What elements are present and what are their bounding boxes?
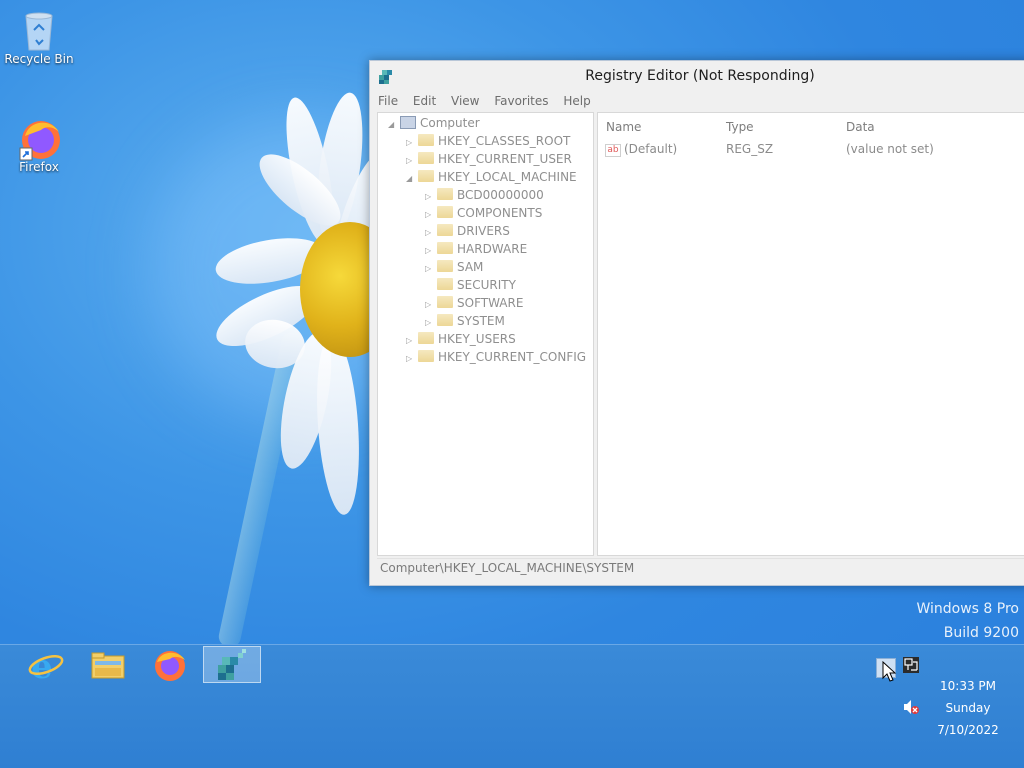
tree-node-security[interactable]: SECURITY: [425, 276, 516, 294]
folder-icon: [437, 224, 453, 236]
menu-file[interactable]: File: [378, 91, 398, 111]
tree-node-hardware[interactable]: ▷ HARDWARE: [425, 240, 527, 258]
clock-date[interactable]: 7/10/2022: [923, 723, 1013, 737]
collapse-arrow-icon[interactable]: ◢: [388, 116, 400, 134]
tree-node-hku[interactable]: ▷ HKEY_USERS: [406, 330, 516, 348]
recycle-bin-desktop-icon[interactable]: Recycle Bin: [3, 6, 75, 66]
taskbar: e 10:33 PM Sunday 7/10/2022: [0, 644, 1024, 768]
tree-node-drivers[interactable]: ▷ DRIVERS: [425, 222, 510, 240]
menu-favorites[interactable]: Favorites: [494, 91, 548, 111]
folder-icon: [418, 350, 434, 362]
value-data: (value not set): [846, 142, 934, 156]
file-explorer-icon: [91, 652, 125, 679]
tree-node-system[interactable]: ▷ SYSTEM: [425, 312, 505, 330]
folder-icon: [437, 296, 453, 308]
expand-arrow-icon[interactable]: ▷: [406, 350, 418, 368]
tree-node-hkcu[interactable]: ▷ HKEY_CURRENT_USER: [406, 150, 572, 168]
folder-icon: [437, 188, 453, 200]
taskbar-file-explorer[interactable]: [79, 646, 137, 683]
folder-icon: [418, 134, 434, 146]
string-value-icon: ab: [605, 144, 621, 157]
build-number-watermark: Build 9200: [943, 625, 1019, 641]
recycle-bin-label: Recycle Bin: [4, 52, 74, 66]
registry-values-pane[interactable]: Name Type Data ab (Default) REG_SZ (value…: [597, 112, 1024, 556]
menu-bar: File Edit View Favorites Help: [370, 91, 1024, 111]
folder-icon: [437, 242, 453, 254]
window-title: Registry Editor (Not Responding): [585, 68, 815, 84]
tree-node-hkcc[interactable]: ▷ HKEY_CURRENT_CONFIG: [406, 348, 586, 366]
registry-tree-pane[interactable]: ◢ Computer ▷ HKEY_CLASSES_ROOT ▷ HKEY_CURRE…: [377, 112, 594, 556]
mouse-cursor-icon: [882, 661, 897, 682]
folder-icon: [437, 260, 453, 272]
folder-icon: [418, 152, 434, 164]
desktop-background: Recycle Bin Firefox Registry Editor (Not…: [0, 0, 1024, 768]
tree-node-software[interactable]: ▷ SOFTWARE: [425, 294, 523, 312]
clock-time[interactable]: 10:33 PM: [923, 679, 1013, 693]
value-type: REG_SZ: [726, 142, 774, 156]
menu-edit[interactable]: Edit: [413, 91, 436, 111]
firefox-icon: [155, 651, 185, 681]
clock-day[interactable]: Sunday: [923, 701, 1013, 715]
tree-node-sam[interactable]: ▷ SAM: [425, 258, 483, 276]
recycle-bin-icon: [17, 6, 61, 51]
folder-icon: [437, 278, 453, 290]
value-name: (Default): [624, 142, 678, 156]
taskbar-firefox[interactable]: [141, 646, 199, 683]
tree-node-computer[interactable]: ◢ Computer: [388, 114, 480, 132]
column-header-name[interactable]: Name: [606, 120, 641, 134]
folder-icon: [418, 170, 434, 182]
column-header-type[interactable]: Type: [726, 120, 754, 134]
tree-node-hklm[interactable]: ◢ HKEY_LOCAL_MACHINE: [406, 168, 577, 186]
computer-icon: [400, 116, 416, 129]
folder-icon: [437, 314, 453, 326]
network-icon[interactable]: [902, 656, 920, 674]
firefox-label: Firefox: [19, 160, 59, 174]
windows-edition-watermark: Windows 8 Pro: [916, 601, 1019, 617]
folder-icon: [418, 332, 434, 344]
window-titlebar[interactable]: Registry Editor (Not Responding): [370, 61, 1024, 91]
column-header-data[interactable]: Data: [846, 120, 875, 134]
registry-editor-icon: [218, 649, 246, 680]
collapse-arrow-icon[interactable]: ◢: [406, 170, 418, 188]
menu-help[interactable]: Help: [563, 91, 590, 111]
taskbar-registry-editor[interactable]: [203, 646, 261, 683]
speaker-muted-icon[interactable]: [902, 699, 920, 715]
taskbar-internet-explorer[interactable]: e: [17, 646, 75, 687]
menu-view[interactable]: View: [451, 91, 479, 111]
folder-icon: [437, 206, 453, 218]
registry-editor-window[interactable]: Registry Editor (Not Responding) File Ed…: [369, 60, 1024, 586]
internet-explorer-icon: e: [28, 647, 64, 687]
tree-node-bcd[interactable]: ▷ BCD00000000: [425, 186, 544, 204]
tree-node-hkcr[interactable]: ▷ HKEY_CLASSES_ROOT: [406, 132, 570, 150]
firefox-desktop-shortcut[interactable]: Firefox: [3, 114, 75, 174]
firefox-icon: [17, 114, 61, 161]
tree-node-components[interactable]: ▷ COMPONENTS: [425, 204, 542, 222]
status-bar-path: Computer\HKEY_LOCAL_MACHINE\SYSTEM: [377, 558, 1024, 577]
